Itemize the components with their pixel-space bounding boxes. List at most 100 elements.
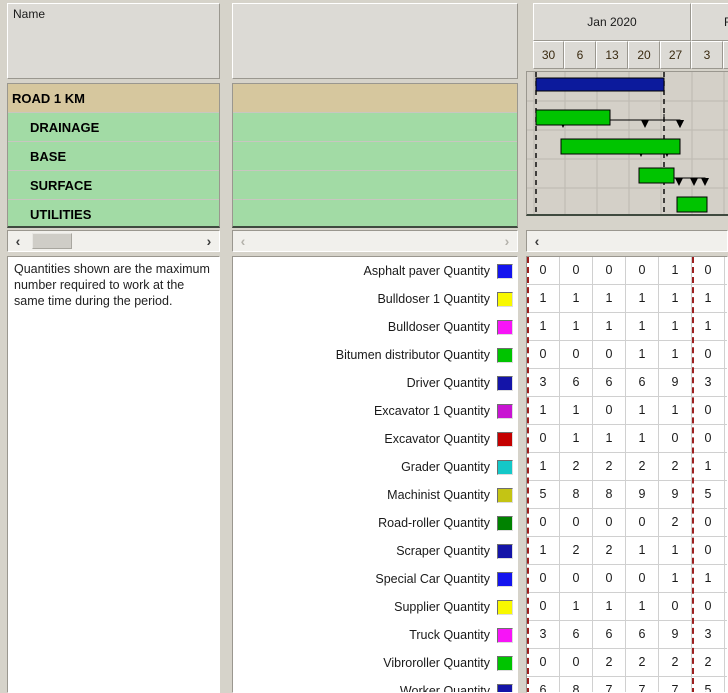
- histogram-value-cell[interactable]: 1: [626, 397, 659, 424]
- histogram-value-cell[interactable]: 6: [560, 369, 593, 396]
- histogram-value-cell[interactable]: 9: [659, 621, 692, 648]
- gantt-chart-area[interactable]: [526, 71, 728, 216]
- legend-row[interactable]: Road-roller Quantity: [233, 509, 517, 537]
- histogram-value-cell[interactable]: 0: [626, 565, 659, 592]
- legend-row[interactable]: Truck Quantity: [233, 621, 517, 649]
- histogram-value-cell[interactable]: 0: [527, 565, 560, 592]
- histogram-value-cell[interactable]: 0: [692, 397, 725, 424]
- horizontal-scrollbar-names[interactable]: ‹ ›: [7, 230, 220, 252]
- gantt-task-bar[interactable]: [560, 138, 681, 155]
- histogram-value-cell[interactable]: 0: [560, 257, 593, 284]
- legend-row[interactable]: Bitumen distributor Quantity: [233, 341, 517, 369]
- histogram-value-cell[interactable]: 2: [626, 453, 659, 480]
- histogram-value-cell[interactable]: 9: [659, 481, 692, 508]
- task-row[interactable]: BASE: [8, 142, 219, 171]
- histogram-value-row[interactable]: 000110: [527, 341, 727, 369]
- histogram-value-cell[interactable]: 0: [593, 565, 626, 592]
- histogram-value-cell[interactable]: 1: [560, 593, 593, 620]
- legend-color-swatch[interactable]: [497, 571, 513, 587]
- histogram-value-cell[interactable]: 0: [527, 257, 560, 284]
- histogram-value-cell[interactable]: 1: [560, 313, 593, 340]
- histogram-value-cell[interactable]: 5: [527, 481, 560, 508]
- column-header-blank[interactable]: [232, 3, 518, 79]
- task-row-blank[interactable]: [233, 171, 517, 200]
- scroll-left-arrow-icon[interactable]: ‹: [9, 231, 27, 251]
- histogram-value-cell[interactable]: 9: [659, 369, 692, 396]
- scroll-left-arrow-icon[interactable]: ‹: [528, 231, 546, 251]
- histogram-value-cell[interactable]: 0: [593, 509, 626, 536]
- histogram-value-cell[interactable]: 8: [560, 481, 593, 508]
- histogram-value-cell[interactable]: 1: [659, 341, 692, 368]
- legend-color-swatch[interactable]: [497, 319, 513, 335]
- histogram-value-cell[interactable]: 0: [659, 593, 692, 620]
- histogram-value-cell[interactable]: 0: [692, 257, 725, 284]
- histogram-value-row[interactable]: 687775: [527, 677, 727, 692]
- histogram-value-cell[interactable]: 1: [659, 257, 692, 284]
- histogram-value-cell[interactable]: 1: [692, 565, 725, 592]
- histogram-value-cell[interactable]: 0: [527, 649, 560, 676]
- histogram-value-cell[interactable]: 2: [626, 649, 659, 676]
- histogram-value-cell[interactable]: 0: [593, 397, 626, 424]
- task-row-blank[interactable]: [233, 142, 517, 171]
- histogram-value-cell[interactable]: 0: [692, 341, 725, 368]
- histogram-value-cell[interactable]: 1: [593, 425, 626, 452]
- legend-row[interactable]: Excavator Quantity: [233, 425, 517, 453]
- gantt-task-bar[interactable]: [535, 109, 611, 126]
- histogram-value-cell[interactable]: 1: [659, 285, 692, 312]
- histogram-value-cell[interactable]: 1: [659, 565, 692, 592]
- histogram-value-cell[interactable]: 0: [527, 341, 560, 368]
- histogram-value-cell[interactable]: 1: [626, 425, 659, 452]
- histogram-value-cell[interactable]: 1: [527, 397, 560, 424]
- histogram-value-row[interactable]: 000010: [527, 257, 727, 285]
- histogram-value-cell[interactable]: 2: [659, 509, 692, 536]
- histogram-value-row[interactable]: 111111: [527, 285, 727, 313]
- histogram-value-row[interactable]: 011100: [527, 593, 727, 621]
- histogram-value-cell[interactable]: 1: [593, 593, 626, 620]
- histogram-value-cell[interactable]: 0: [692, 537, 725, 564]
- legend-color-swatch[interactable]: [497, 543, 513, 559]
- legend-color-swatch[interactable]: [497, 683, 513, 692]
- histogram-value-cell[interactable]: 1: [626, 537, 659, 564]
- histogram-value-cell[interactable]: 2: [593, 537, 626, 564]
- histogram-value-row[interactable]: 110110: [527, 397, 727, 425]
- legend-color-swatch[interactable]: [497, 487, 513, 503]
- histogram-value-cell[interactable]: 1: [626, 285, 659, 312]
- histogram-value-cell[interactable]: 1: [692, 453, 725, 480]
- legend-row[interactable]: Worker Quantity: [233, 677, 517, 692]
- histogram-value-cell[interactable]: 2: [659, 649, 692, 676]
- task-row-blank[interactable]: [233, 84, 517, 113]
- histogram-value-cell[interactable]: 3: [692, 621, 725, 648]
- histogram-value-cell[interactable]: 1: [560, 425, 593, 452]
- legend-row[interactable]: Supplier Quantity: [233, 593, 517, 621]
- column-header-name[interactable]: Name: [7, 3, 220, 79]
- histogram-value-cell[interactable]: 6: [527, 677, 560, 692]
- histogram-value-cell[interactable]: 1: [560, 397, 593, 424]
- legend-row[interactable]: Excavator 1 Quantity: [233, 397, 517, 425]
- histogram-value-cell[interactable]: 0: [626, 257, 659, 284]
- histogram-value-cell[interactable]: 1: [593, 313, 626, 340]
- legend-color-swatch[interactable]: [497, 459, 513, 475]
- legend-row[interactable]: Scraper Quantity: [233, 537, 517, 565]
- histogram-value-cell[interactable]: 1: [626, 341, 659, 368]
- legend-row[interactable]: Driver Quantity: [233, 369, 517, 397]
- histogram-value-cell[interactable]: 2: [560, 453, 593, 480]
- histogram-value-cell[interactable]: 0: [560, 509, 593, 536]
- legend-row[interactable]: Asphalt paver Quantity: [233, 257, 517, 285]
- legend-color-swatch[interactable]: [497, 403, 513, 419]
- histogram-value-cell[interactable]: 1: [593, 285, 626, 312]
- histogram-value-cell[interactable]: 0: [560, 341, 593, 368]
- histogram-value-cell[interactable]: 1: [527, 285, 560, 312]
- legend-row[interactable]: Machinist Quantity: [233, 481, 517, 509]
- histogram-value-cell[interactable]: 3: [692, 369, 725, 396]
- histogram-value-cell[interactable]: 0: [692, 593, 725, 620]
- legend-row[interactable]: Grader Quantity: [233, 453, 517, 481]
- gantt-summary-bar[interactable]: [535, 77, 665, 92]
- task-name-grid[interactable]: ROAD 1 KM DRAINAGE BASE SURFACE UTILITIES: [7, 83, 220, 228]
- gantt-task-bar[interactable]: [638, 167, 675, 184]
- histogram-value-cell[interactable]: 0: [527, 593, 560, 620]
- histogram-value-row[interactable]: 000020: [527, 509, 727, 537]
- legend-color-swatch[interactable]: [497, 291, 513, 307]
- histogram-value-cell[interactable]: 7: [593, 677, 626, 692]
- histogram-value-row[interactable]: 588995: [527, 481, 727, 509]
- histogram-value-cell[interactable]: 6: [626, 621, 659, 648]
